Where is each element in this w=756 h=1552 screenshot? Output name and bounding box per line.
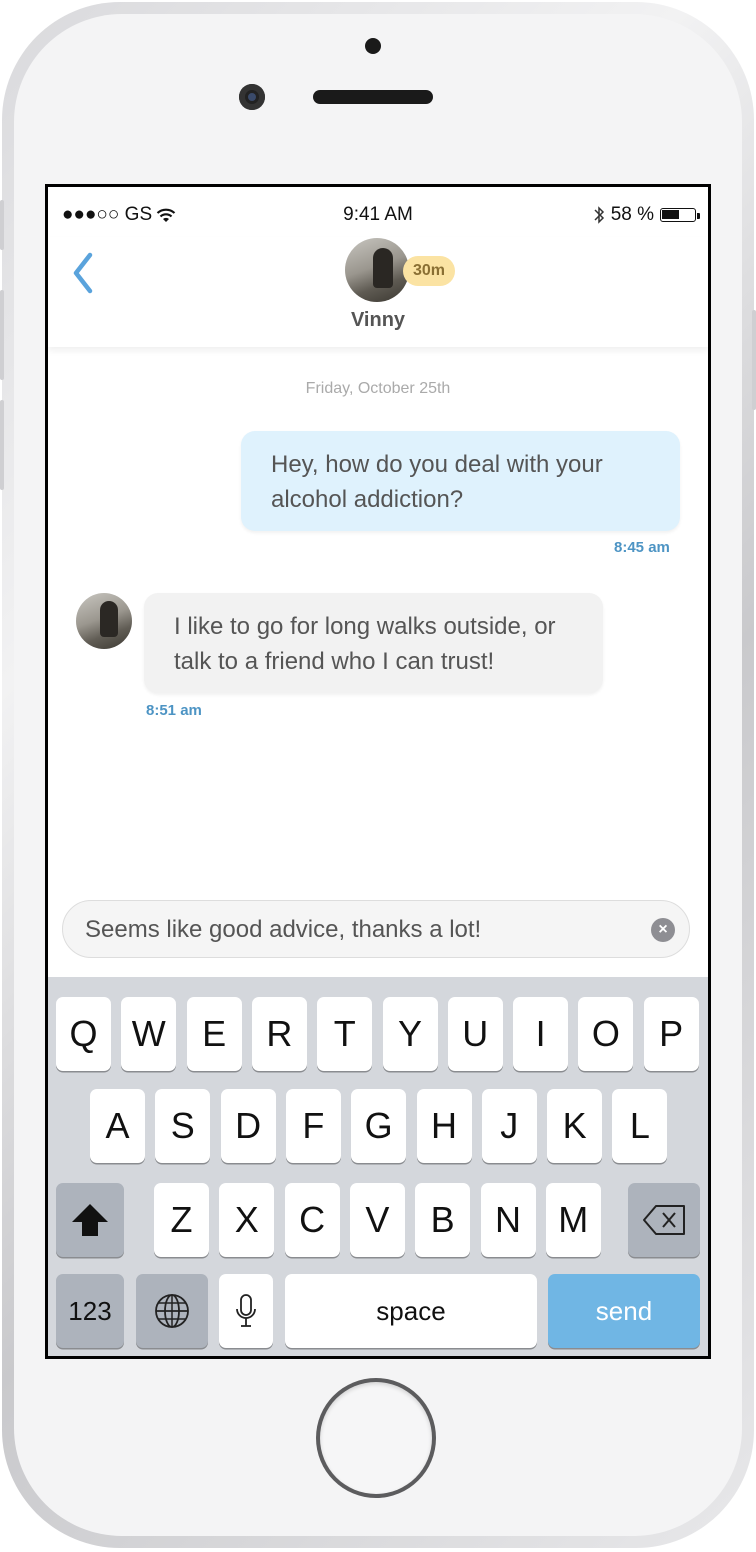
message-input-text: Seems like good advice, thanks a lot!	[85, 916, 482, 943]
key-t[interactable]: T	[317, 997, 373, 1071]
clear-icon[interactable]: ×	[651, 918, 675, 942]
chat-header: 30m Vinny	[48, 237, 708, 347]
key-o[interactable]: O	[578, 997, 634, 1071]
home-button[interactable]	[320, 1382, 432, 1494]
volume-up-button	[0, 290, 4, 380]
globe-icon	[155, 1294, 189, 1328]
earpiece-speaker	[313, 90, 433, 104]
key-p[interactable]: P	[643, 997, 699, 1071]
date-divider: Friday, October 25th	[305, 380, 451, 397]
battery-tip	[697, 213, 700, 219]
key-k[interactable]: K	[547, 1089, 603, 1163]
mute-switch	[0, 200, 4, 250]
shift-key[interactable]	[56, 1183, 124, 1257]
key-l[interactable]: L	[612, 1089, 668, 1163]
key-e[interactable]: E	[186, 997, 242, 1071]
send-button[interactable]: send	[548, 1274, 700, 1348]
key-i[interactable]: I	[513, 997, 569, 1071]
message-bubble-incoming[interactable]: I like to go for long walks outside, or …	[144, 593, 603, 693]
key-r[interactable]: R	[251, 997, 307, 1071]
message-bubble-outgoing[interactable]: Hey, how do you deal with your alcohol a…	[241, 431, 680, 531]
time-badge: 30m	[403, 256, 455, 286]
space-key[interactable]: space	[285, 1274, 537, 1348]
keyboard: 123 space send Q W E R T Y U I O P A S D…	[48, 977, 708, 1356]
key-y[interactable]: Y	[382, 997, 438, 1071]
sender-avatar[interactable]	[76, 593, 132, 649]
key-a[interactable]: A	[90, 1089, 145, 1163]
key-u[interactable]: U	[447, 997, 503, 1071]
key-b[interactable]: B	[415, 1183, 471, 1257]
avatar-figure	[373, 248, 393, 288]
key-z[interactable]: Z	[154, 1183, 209, 1257]
microphone-icon	[236, 1294, 256, 1327]
key-x[interactable]: X	[219, 1183, 275, 1257]
volume-down-button	[0, 400, 4, 490]
status-right: 58 %	[593, 204, 700, 226]
front-camera	[239, 84, 265, 110]
key-f[interactable]: F	[285, 1089, 341, 1163]
battery-fill	[662, 210, 679, 219]
key-d[interactable]: D	[220, 1089, 276, 1163]
key-m[interactable]: M	[545, 1183, 601, 1257]
bluetooth-icon	[594, 206, 604, 224]
display: ●●●○○ GS 9:41 AM 58 % 30m Vinny Friday, …	[48, 187, 708, 1356]
chevron-left-icon	[73, 252, 93, 294]
power-button	[752, 310, 756, 410]
message-time-outgoing: 8:45 am	[614, 539, 670, 556]
globe-key[interactable]	[136, 1274, 208, 1348]
contact-name: Vinny	[350, 309, 406, 331]
battery-percent: 58 %	[610, 204, 654, 225]
delete-key[interactable]	[628, 1183, 700, 1257]
status-bar: ●●●○○ GS 9:41 AM 58 %	[48, 187, 708, 237]
key-j[interactable]: J	[481, 1089, 537, 1163]
numbers-key[interactable]: 123	[56, 1274, 124, 1348]
message-time-incoming: 8:51 am	[146, 702, 202, 719]
contact-avatar[interactable]	[345, 238, 409, 302]
key-c[interactable]: C	[284, 1183, 340, 1257]
avatar-figure	[100, 601, 118, 637]
backspace-icon	[643, 1205, 685, 1235]
key-g[interactable]: G	[351, 1089, 407, 1163]
key-s[interactable]: S	[155, 1089, 211, 1163]
message-input[interactable]: Seems like good advice, thanks a lot! ×	[62, 900, 690, 958]
battery-icon	[660, 208, 700, 222]
shift-icon	[72, 1204, 108, 1236]
key-v[interactable]: V	[349, 1183, 405, 1257]
screen-bezel: ●●●○○ GS 9:41 AM 58 % 30m Vinny Friday, …	[45, 184, 711, 1359]
proximity-sensor	[365, 38, 381, 54]
key-n[interactable]: N	[480, 1183, 536, 1257]
microphone-key[interactable]	[219, 1274, 273, 1348]
back-button[interactable]	[68, 247, 98, 297]
key-q[interactable]: Q	[56, 997, 111, 1071]
key-h[interactable]: H	[416, 1089, 472, 1163]
key-w[interactable]: W	[121, 997, 177, 1071]
